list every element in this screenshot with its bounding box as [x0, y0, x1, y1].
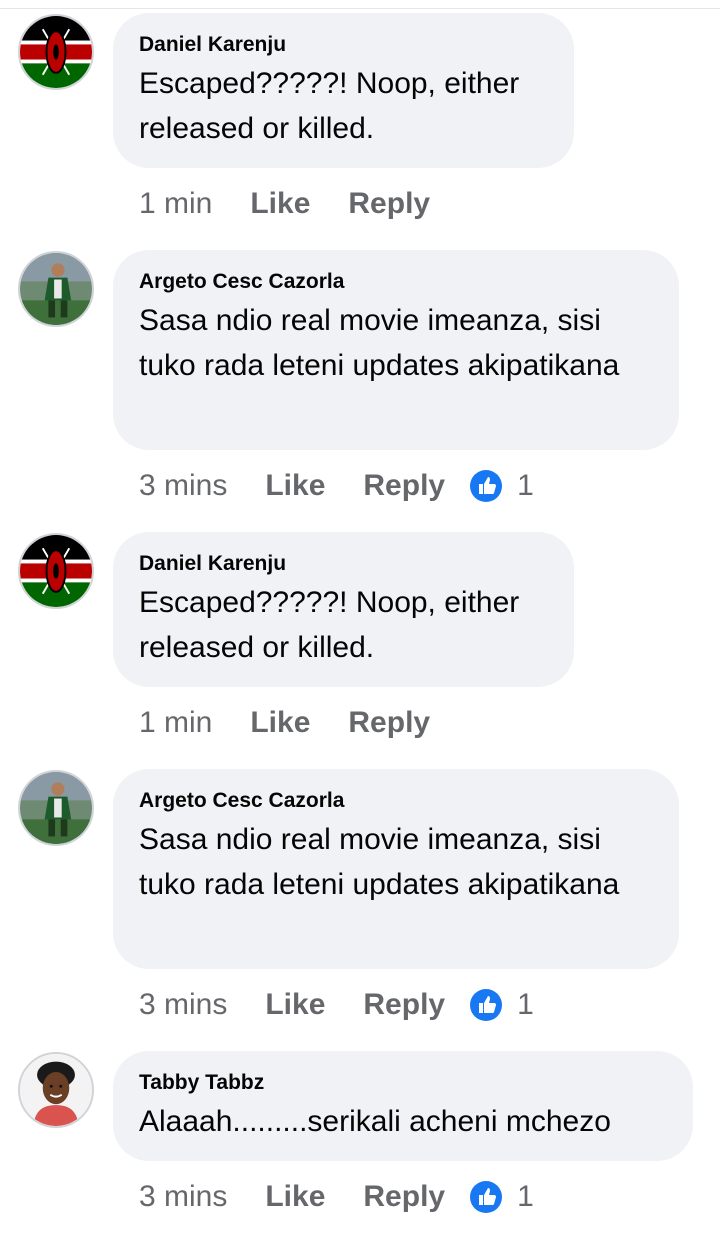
reply-button[interactable]: Reply — [348, 706, 430, 740]
like-button[interactable]: Like — [265, 469, 325, 503]
reaction-summary[interactable]: 1 — [469, 469, 534, 503]
thumbs-up-icon — [470, 1181, 503, 1213]
reaction-summary[interactable]: 1 — [469, 988, 534, 1022]
like-button[interactable]: Like — [250, 187, 310, 221]
reply-button[interactable]: Reply — [363, 469, 445, 503]
comment-author[interactable]: Daniel Karenju — [139, 33, 548, 57]
comment-actions: 3 mins Like Reply 1 — [139, 985, 534, 1025]
football-player-icon — [20, 772, 92, 844]
comment-author[interactable]: Daniel Karenju — [139, 552, 548, 576]
thumbs-up-icon — [470, 470, 503, 502]
comment-text: Alaaah.........serikali acheni mchezo — [139, 1105, 611, 1138]
reply-button[interactable]: Reply — [363, 988, 445, 1022]
comment-bubble: Daniel Karenju Escaped?????! Noop, eithe… — [113, 532, 574, 687]
comment-time[interactable]: 3 mins — [139, 1180, 227, 1214]
kenya-flag-icon — [20, 16, 92, 88]
reaction-count: 1 — [517, 1180, 534, 1213]
comment-actions: 3 mins Like Reply 1 — [139, 466, 534, 506]
like-button[interactable]: Like — [265, 1180, 325, 1214]
comment-text: Escaped?????! Noop, either released or k… — [139, 67, 520, 145]
comment-author[interactable]: Argeto Cesc Cazorla — [139, 270, 653, 294]
like-button[interactable]: Like — [265, 988, 325, 1022]
comment-author[interactable]: Argeto Cesc Cazorla — [139, 789, 653, 813]
reply-button[interactable]: Reply — [363, 1180, 445, 1214]
kenya-flag-icon — [20, 535, 92, 607]
comment-time[interactable]: 3 mins — [139, 988, 227, 1022]
comment-time[interactable]: 1 min — [139, 706, 212, 740]
comment-text: Escaped?????! Noop, either released or k… — [139, 586, 520, 664]
reaction-count: 1 — [517, 988, 534, 1021]
avatar[interactable] — [18, 251, 94, 327]
comment-author[interactable]: Tabby Tabbz — [139, 1071, 667, 1095]
comment-text: Sasa ndio real movie imeanza, sisi tuko … — [139, 304, 620, 382]
reaction-count: 1 — [517, 469, 534, 502]
comment-time[interactable]: 1 min — [139, 187, 212, 221]
comment-bubble: Argeto Cesc Cazorla Sasa ndio real movie… — [113, 250, 679, 450]
comment-actions: 3 mins Like Reply 1 — [139, 1177, 534, 1217]
football-player-icon — [20, 253, 92, 325]
comment-actions: 1 min Like Reply — [139, 184, 454, 224]
reaction-summary[interactable]: 1 — [469, 1180, 534, 1214]
avatar[interactable] — [18, 533, 94, 609]
comment-actions: 1 min Like Reply — [139, 703, 454, 743]
like-button[interactable]: Like — [250, 706, 310, 740]
avatar[interactable] — [18, 1052, 94, 1128]
comment-text: Sasa ndio real movie imeanza, sisi tuko … — [139, 823, 620, 901]
comment-bubble: Daniel Karenju Escaped?????! Noop, eithe… — [113, 13, 574, 168]
reply-button[interactable]: Reply — [348, 187, 430, 221]
woman-avatar-icon — [20, 1054, 92, 1126]
avatar[interactable] — [18, 770, 94, 846]
comment-bubble: Tabby Tabbz Alaaah.........serikali ache… — [113, 1051, 693, 1161]
top-divider — [0, 0, 720, 9]
thumbs-up-icon — [470, 989, 503, 1021]
comment-bubble: Argeto Cesc Cazorla Sasa ndio real movie… — [113, 769, 679, 969]
comment-time[interactable]: 3 mins — [139, 469, 227, 503]
avatar[interactable] — [18, 14, 94, 90]
